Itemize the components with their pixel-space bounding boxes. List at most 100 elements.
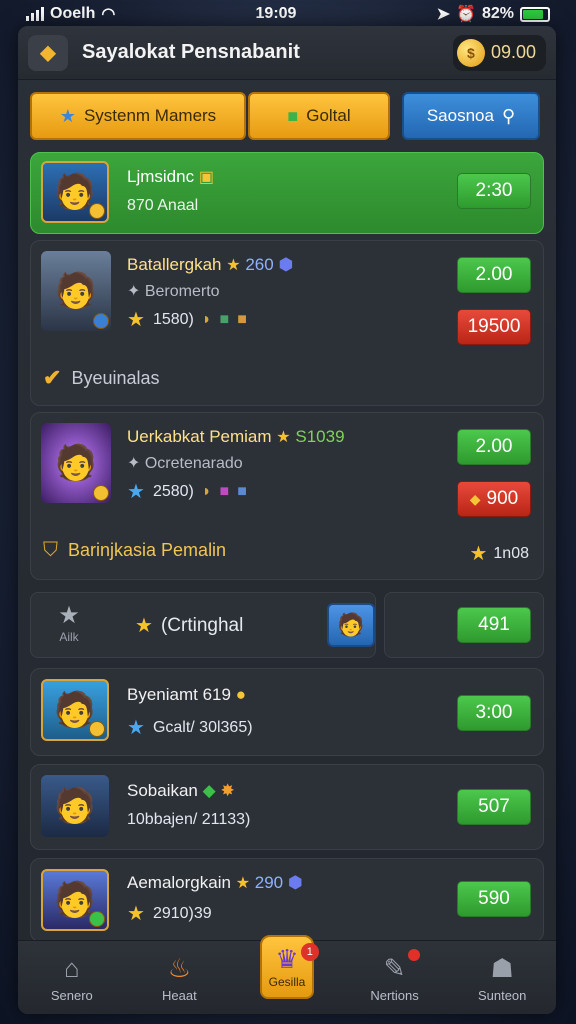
item-icon: ■	[237, 310, 247, 328]
player-portrait-icon: 🧑	[54, 444, 98, 482]
player-subtitle: ✦ Beromerto	[127, 283, 220, 300]
level-badge	[89, 721, 105, 737]
level-badge	[93, 485, 109, 501]
avatar: 🧑	[41, 775, 109, 837]
challenge-avatar-button[interactable]: 🧑	[327, 603, 375, 647]
alarm-icon: ⏰	[456, 6, 476, 23]
avatar: 🧑	[41, 869, 109, 931]
coin-balance[interactable]: $ 09.00	[452, 34, 546, 71]
player-stats: 10bbajen/ 21133)	[127, 811, 251, 828]
globe-icon: ■	[287, 105, 299, 126]
challenge-value-panel: 491	[384, 592, 544, 658]
gear-icon: ✦	[127, 455, 141, 472]
coin-stack-icon: ◗	[201, 310, 212, 328]
coin-icon: $	[456, 38, 485, 67]
player-name: Aemalorgkain ★ 290 ⬢	[127, 873, 303, 892]
chevron-badge-icon: ⛉	[43, 539, 58, 561]
star-icon: ★	[235, 875, 251, 892]
list-item[interactable]: 🧑 Sobaikan ◆ ✸ 10bbajen/ 21133) 507	[30, 764, 544, 850]
level-badge	[89, 911, 105, 927]
star-icon: ★	[469, 543, 488, 565]
list-item[interactable]: 🧑 Byeniamt 619 ● ★ Gcalt/ 30l365) 3:00	[30, 668, 544, 756]
price-button[interactable]: ◆ 900	[457, 481, 531, 517]
action-button[interactable]: 2.00	[457, 429, 531, 465]
battery-icon	[520, 6, 550, 22]
action-button[interactable]: 2:30	[457, 173, 531, 209]
level-badge	[93, 313, 109, 329]
nav-item-heat[interactable]: ♨ Heaat	[126, 941, 234, 1014]
carrier-label: Ooelh	[50, 5, 96, 22]
list-item[interactable]: 🧑 Aemalorgkain ★ 290 ⬢ ★ 2910)39 590	[30, 858, 544, 942]
item-icon: ■	[219, 310, 230, 328]
diamond-icon: ◆	[40, 42, 56, 64]
crown-icon: ♛	[275, 944, 299, 974]
tab-label: Goltal	[306, 106, 351, 125]
action-button[interactable]: 2.00	[457, 257, 531, 293]
action-button[interactable]: 590	[457, 881, 531, 917]
location-icon: ➤	[436, 6, 451, 23]
nav-item-guild[interactable]: ♛ Gesilla 1	[233, 934, 341, 1014]
profile-icon: ☗	[490, 952, 514, 983]
action-button[interactable]: 507	[457, 789, 531, 825]
coin-stack-icon: ◗	[201, 482, 212, 500]
clock: 19:09	[255, 5, 297, 22]
star-icon: ★	[127, 309, 145, 331]
challenge-label: ★ (Crtinghal	[135, 614, 244, 638]
blue-star-icon: ★	[127, 481, 145, 503]
star-badge-icon: ★	[59, 105, 76, 126]
bottom-nav: ⌂ Senero ♨ Heaat ♛ Gesilla 1 ✎ Nertions …	[18, 934, 556, 1014]
tab-label: Systenm Mamers	[83, 106, 217, 125]
tab-global[interactable]: ■ Goltal	[248, 92, 390, 140]
avatar: 🧑	[41, 251, 111, 331]
price-button[interactable]: 19500	[457, 309, 531, 345]
avatar: 🧑	[41, 679, 109, 741]
star-outline-icon: ★	[58, 602, 80, 629]
auth-badge: ★ Ailk	[49, 601, 89, 644]
player-portrait-icon: 🧑	[54, 272, 98, 310]
status-bar: Ooelh ◠ 19:09 ➤ ⏰ 82%	[0, 0, 576, 28]
gear-icon: ✦	[127, 283, 141, 300]
list-item[interactable]: 🧑 Batallergkah ★ 260 ⬢ ✦ Beromerto ★ 158…	[30, 240, 544, 406]
blue-star-icon: ★	[127, 717, 145, 739]
gold-box-icon: ▣	[198, 169, 214, 186]
player-name: Ljmsidnc ▣	[127, 167, 214, 186]
player-stats: ★ Gcalt/ 30l365)	[127, 717, 253, 739]
player-name: Byeniamt 619 ●	[127, 685, 246, 704]
card-footnote: ✔ Byeuinalas	[43, 365, 160, 390]
list-item[interactable]: 🧑 Uerkabkat Pemiam ★ S1039 ✦ Ocretenarad…	[30, 412, 544, 580]
action-button[interactable]: 491	[457, 607, 531, 643]
player-name: Sobaikan ◆ ✸	[127, 781, 235, 800]
battery-percent: 82%	[481, 5, 514, 22]
gem-icon: ◆	[469, 490, 481, 507]
level-badge	[89, 203, 105, 219]
player-name: Uerkabkat Pemiam ★ S1039	[127, 427, 345, 446]
gem-icon: ◆	[202, 781, 216, 800]
star-icon: ✸	[220, 781, 235, 800]
player-stats: ★ 2580) ◗ ■ ■	[127, 481, 247, 503]
gem-icon: ⬢	[287, 873, 303, 892]
app-window: ◆ Sayalokat Pensnabanit $ 09.00 ★ Systen…	[18, 26, 556, 1014]
search-button[interactable]: Saosnoa ⚲	[402, 92, 540, 140]
nav-item-home[interactable]: ⌂ Senero	[18, 941, 126, 1014]
nav-item-profile[interactable]: ☗ Sunteon	[448, 941, 556, 1014]
item-icon: ■	[237, 482, 247, 500]
list-item[interactable]: 🧑 Ljmsidnc ▣ 870 Anaal 2:30	[30, 152, 544, 234]
home-icon: ⌂	[63, 952, 80, 983]
rank-value: ★ 1n08	[469, 543, 529, 565]
edit-icon: ✎	[383, 952, 406, 983]
header: ◆ Sayalokat Pensnabanit $ 09.00	[18, 26, 556, 80]
player-name: Batallergkah ★ 260 ⬢	[127, 255, 294, 274]
emoji-icon: ●	[235, 685, 246, 704]
action-button[interactable]: 3:00	[457, 695, 531, 731]
challenge-panel[interactable]: ★ Ailk ★ (Crtinghal 🧑	[30, 592, 376, 658]
star-icon: ★	[276, 429, 291, 446]
player-subtitle: 870 Anaal	[127, 197, 199, 214]
player-stats: ★ 2910)39	[127, 903, 212, 925]
tab-system-members[interactable]: ★ Systenm Mamers	[30, 92, 246, 140]
nav-item-missions[interactable]: ✎ Nertions	[341, 941, 449, 1014]
wifi-icon: ◠	[101, 6, 116, 23]
player-subtitle: ✦ Ocretenarado	[127, 455, 243, 472]
avatar: 🧑	[41, 423, 111, 503]
notification-badge: 1	[300, 943, 319, 961]
menu-button[interactable]: ◆	[28, 34, 68, 71]
